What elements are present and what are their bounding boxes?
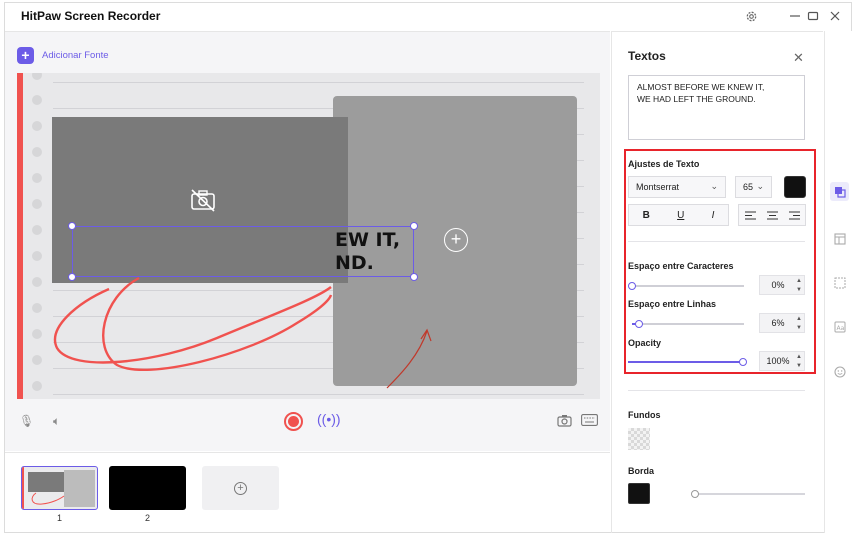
editor-area: + Adicionar Fonte EW IT, ND. + 🎙︎ 🔈︎ ((•…	[5, 31, 610, 451]
alignment-group	[738, 204, 806, 226]
chevron-down-icon[interactable]: ▼	[796, 324, 802, 332]
drawing-annotation	[53, 276, 432, 389]
align-center-icon[interactable]	[766, 211, 778, 220]
text-icon[interactable]: Aa	[830, 317, 849, 336]
char-spacing-stepper[interactable]: 0% ▲ ▼	[759, 275, 805, 295]
preview-canvas[interactable]: EW IT, ND. +	[17, 73, 600, 399]
layers-icon[interactable]	[830, 182, 849, 201]
scene-number: 2	[144, 513, 150, 523]
record-icon	[288, 416, 299, 427]
app-title: HitPaw Screen Recorder	[21, 9, 161, 23]
pattern-icon[interactable]	[830, 273, 849, 292]
layout-icon[interactable]	[830, 229, 849, 248]
maximize-icon[interactable]	[806, 9, 820, 23]
broadcast-icon[interactable]: ((•))	[317, 411, 341, 427]
opacity-value: 100%	[766, 356, 790, 366]
add-font-label: Adicionar Fonte	[42, 50, 109, 61]
char-spacing-value: 0%	[771, 280, 785, 290]
gear-icon[interactable]	[744, 9, 758, 23]
slider-knob[interactable]	[739, 358, 747, 366]
keyboard-icon[interactable]	[581, 414, 598, 429]
chevron-up-icon[interactable]: ▲	[796, 277, 802, 285]
scene-thumbnail-1[interactable]	[21, 466, 98, 510]
text-color-swatch[interactable]	[784, 176, 806, 198]
align-left-icon[interactable]	[744, 211, 756, 220]
chevron-up-icon[interactable]: ▲	[796, 315, 802, 323]
app-window: HitPaw Screen Recorder + Adicionar Fonte	[4, 2, 853, 533]
border-label: Borda	[628, 466, 655, 476]
chevron-down-icon[interactable]: ▼	[796, 286, 802, 294]
line-spacing-label: Espaço entre Linhas	[628, 299, 717, 309]
scene-thumbnail-2[interactable]	[109, 466, 186, 510]
line-spacing-slider[interactable]	[632, 320, 744, 328]
add-scene-button[interactable]: +	[202, 466, 279, 510]
close-icon[interactable]	[828, 9, 842, 23]
line-spacing-value: 6%	[771, 318, 785, 328]
divider	[628, 390, 805, 391]
svg-text:Aa: Aa	[836, 325, 844, 332]
border-color-swatch[interactable]	[628, 483, 650, 504]
font-size-select[interactable]: 65 ⌄	[735, 176, 772, 198]
emoji-icon[interactable]	[830, 362, 849, 381]
chevron-down-icon[interactable]: ▼	[796, 362, 802, 370]
font-value: Montserrat	[636, 182, 680, 192]
divider	[628, 241, 805, 242]
camera-icon[interactable]	[557, 414, 572, 430]
bold-button[interactable]: B	[643, 210, 650, 221]
opacity-label: Opacity	[628, 338, 662, 348]
scene-number: 1	[56, 513, 62, 523]
background-swatch-transparent[interactable]	[628, 428, 650, 450]
plus-icon: +	[17, 47, 34, 64]
tool-rail: Aa	[824, 31, 853, 533]
title-bar: HitPaw Screen Recorder	[5, 3, 851, 30]
font-select[interactable]: Montserrat ⌄	[628, 176, 726, 198]
underline-button[interactable]: U	[677, 210, 684, 221]
border-width-slider[interactable]	[691, 490, 805, 498]
text-properties-panel: Textos ✕ ALMOST BEFORE WE KNEW IT, WE HA…	[611, 31, 823, 533]
record-button[interactable]	[284, 412, 303, 431]
microphone-icon[interactable]: 🎙︎	[19, 414, 34, 428]
scene-strip: 1 2 +	[5, 452, 610, 532]
add-icon: +	[234, 481, 247, 495]
chevron-down-icon: ⌄	[710, 181, 718, 191]
opacity-stepper[interactable]: 100% ▲ ▼	[759, 351, 805, 371]
chevron-down-icon: ⌄	[756, 181, 764, 191]
text-content-field[interactable]: ALMOST BEFORE WE KNEW IT, WE HAD LEFT TH…	[628, 75, 805, 140]
slider-knob[interactable]	[628, 282, 636, 290]
line-spacing-stepper[interactable]: 6% ▲ ▼	[759, 313, 805, 333]
align-right-icon[interactable]	[788, 211, 800, 220]
chevron-up-icon[interactable]: ▲	[796, 353, 802, 361]
panel-title: Textos	[628, 49, 666, 63]
slider-knob[interactable]	[634, 320, 643, 328]
italic-button[interactable]: I	[712, 210, 715, 221]
slider-fill	[628, 361, 743, 363]
slider-knob[interactable]	[691, 490, 699, 498]
char-spacing-label: Espaço entre Caracteres	[628, 261, 734, 271]
text-settings-title: Ajustes de Texto	[628, 159, 700, 169]
char-spacing-slider[interactable]	[628, 282, 744, 290]
opacity-slider[interactable]	[628, 358, 747, 366]
close-icon[interactable]: ✕	[793, 50, 804, 66]
font-size-value: 65	[743, 182, 754, 192]
backgrounds-label: Fundos	[628, 410, 661, 420]
add-font-button[interactable]: + Adicionar Fonte	[17, 47, 109, 64]
minimize-icon[interactable]	[788, 9, 802, 23]
speaker-icon[interactable]: 🔈︎	[53, 414, 60, 429]
text-style-group: B U I	[628, 204, 729, 226]
